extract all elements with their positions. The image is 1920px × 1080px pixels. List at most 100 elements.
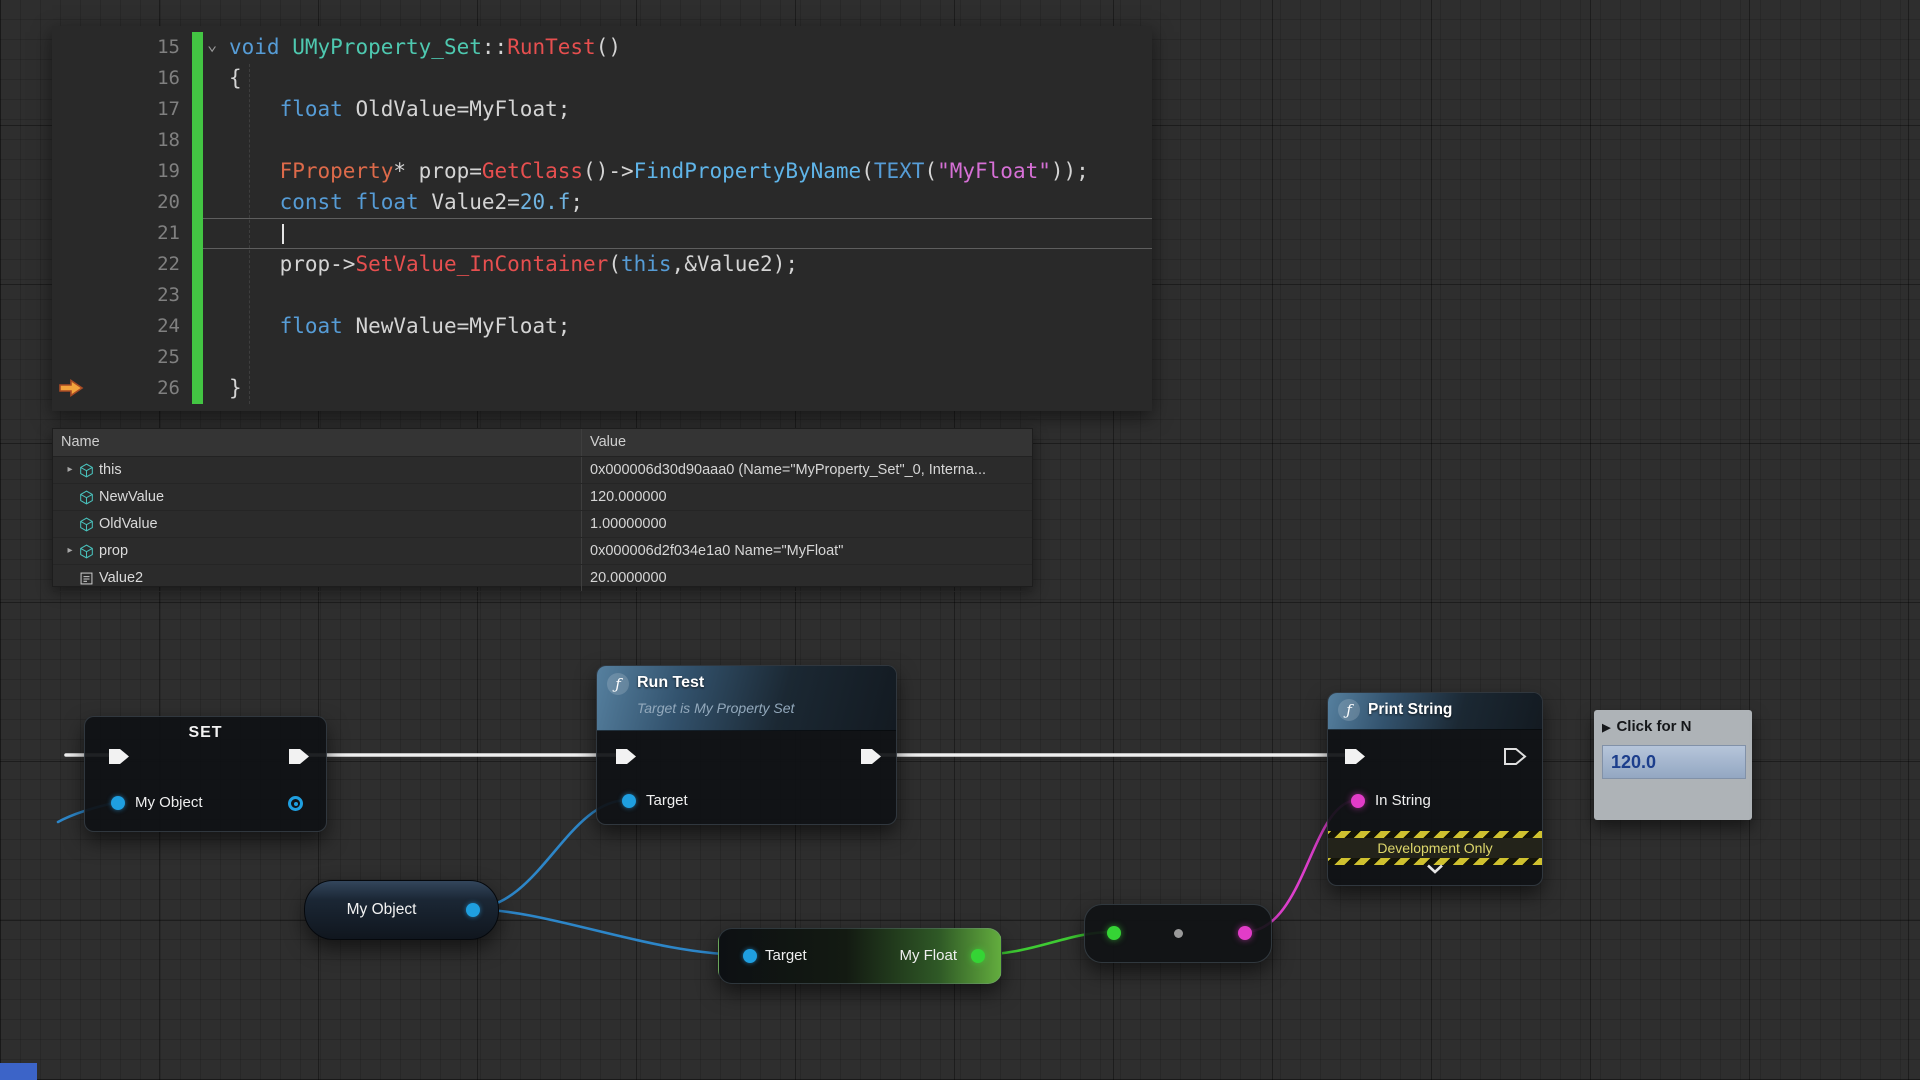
watch-row-OldValue[interactable]: OldValue1.00000000 xyxy=(53,511,1032,538)
target-pin-label: Target xyxy=(765,945,807,967)
code-line-25[interactable]: 25 xyxy=(52,342,1152,373)
exec-output-pin[interactable] xyxy=(1503,747,1527,766)
code-text: } xyxy=(203,373,1152,404)
text-caret xyxy=(282,224,284,244)
change-marker xyxy=(192,156,203,187)
code-text: prop->SetValue_InContainer(this,&Value2)… xyxy=(203,249,1152,280)
line-number: 18 xyxy=(52,125,192,156)
variable-value: 0x000006d30d90aaa0 (Name="MyProperty_Set… xyxy=(582,457,1032,483)
object-icon xyxy=(79,490,99,505)
my-float-getter-node[interactable]: Target My Float xyxy=(718,928,1002,984)
watch-row-Value2[interactable]: Value2 20.0000000 xyxy=(53,565,1032,592)
code-line-23[interactable]: 23 xyxy=(52,280,1152,311)
exec-input-pin[interactable] xyxy=(1343,747,1367,766)
conversion-dot-icon xyxy=(1174,929,1183,938)
column-header-value[interactable]: Value xyxy=(582,429,1032,456)
code-text: float OldValue=MyFloat; xyxy=(203,94,1152,125)
code-line-22[interactable]: 22 prop->SetValue_InContainer(this,&Valu… xyxy=(52,249,1152,280)
set-node[interactable]: SET My Object xyxy=(84,716,327,832)
node-title: Run Test xyxy=(637,674,704,692)
object-output-pin[interactable] xyxy=(288,796,303,811)
object-icon xyxy=(79,517,99,532)
debug-bubble-title[interactable]: ▶ Click for N xyxy=(1602,718,1746,735)
code-text: ⌄void UMyProperty_Set::RunTest() xyxy=(203,32,1152,63)
string-output-pin[interactable] xyxy=(1238,926,1252,940)
code-line-21[interactable]: 21 xyxy=(52,218,1152,249)
development-only-label: Development Only xyxy=(1328,838,1542,858)
variable-name: Value2 xyxy=(99,565,143,591)
development-only-banner: Development Only xyxy=(1328,831,1542,865)
object-icon xyxy=(79,544,99,559)
expand-arrow-icon[interactable]: ▸ xyxy=(61,457,79,483)
exec-output-pin[interactable] xyxy=(287,747,311,766)
print-string-node[interactable]: ƒ Print String In String Development Onl… xyxy=(1327,692,1543,886)
code-line-19[interactable]: 19 FProperty* prop=GetClass()->FindPrope… xyxy=(52,156,1152,187)
float-to-string-conversion-node[interactable] xyxy=(1084,904,1272,963)
code-editor[interactable]: 15⌄void UMyProperty_Set::RunTest()16{17 … xyxy=(52,26,1152,411)
variable-name: this xyxy=(99,457,122,483)
watch-panel[interactable]: Name Value ▸ this 0x000006d30d90aaa0 (Name… xyxy=(52,428,1033,587)
code-line-17[interactable]: 17 float OldValue=MyFloat; xyxy=(52,94,1152,125)
variable-name: NewValue xyxy=(99,484,164,510)
object-wire-to-myfloat-target xyxy=(470,909,749,955)
string-input-pin[interactable] xyxy=(1351,794,1365,808)
watch-rows: ▸ this 0x000006d30d90aaa0 (Name="MyPropert… xyxy=(53,457,1032,592)
variable-value: 20.0000000 xyxy=(582,565,1032,591)
bottom-left-blue-fragment xyxy=(0,1063,37,1080)
set-input-pin-label: My Object xyxy=(135,792,203,814)
code-line-26[interactable]: 26} xyxy=(52,373,1152,404)
float-input-pin[interactable] xyxy=(1107,926,1121,940)
watch-row-NewValue[interactable]: NewValue 120.000000 xyxy=(53,484,1032,511)
code-text: { xyxy=(203,63,1152,94)
code-text xyxy=(203,218,1152,249)
code-line-18[interactable]: 18 xyxy=(52,125,1152,156)
target-input-pin[interactable] xyxy=(622,794,636,808)
variable-value: 120.000000 xyxy=(582,484,1032,510)
line-number: 21 xyxy=(52,218,192,249)
exec-input-pin[interactable] xyxy=(614,747,638,766)
change-marker xyxy=(192,125,203,156)
my-object-variable-node[interactable]: My Object xyxy=(304,880,499,940)
object-output-pin[interactable] xyxy=(466,903,480,917)
change-marker xyxy=(192,218,203,249)
column-header-name[interactable]: Name xyxy=(53,429,582,456)
node-title: Print String xyxy=(1368,701,1452,719)
target-pin-label: Target xyxy=(646,790,688,812)
line-number: 20 xyxy=(52,187,192,218)
code-line-20[interactable]: 20 const float Value2=20.f; xyxy=(52,187,1152,218)
change-marker xyxy=(192,249,203,280)
print-string-node-header[interactable]: ƒ Print String xyxy=(1328,693,1542,730)
object-input-pin[interactable] xyxy=(111,796,125,810)
code-line-24[interactable]: 24 float NewValue=MyFloat; xyxy=(52,311,1152,342)
blueprint-canvas[interactable]: SET My Object My Object ƒ Run Test Targe… xyxy=(0,0,1920,1080)
field-icon xyxy=(79,571,99,586)
variable-name: prop xyxy=(99,538,128,564)
set-node-title: SET xyxy=(85,724,326,742)
variable-value: 0x000006d2f034e1a0 Name="MyFloat" xyxy=(582,538,1032,564)
code-text: float NewValue=MyFloat; xyxy=(203,311,1152,342)
expand-node-chevron-icon[interactable] xyxy=(1425,864,1445,874)
exec-input-pin[interactable] xyxy=(107,747,131,766)
debug-bubble-title-text: Click for N xyxy=(1616,718,1691,735)
code-line-15[interactable]: 15⌄void UMyProperty_Set::RunTest() xyxy=(52,32,1152,63)
target-input-pin[interactable] xyxy=(743,949,757,963)
expand-arrow-icon[interactable]: ▸ xyxy=(61,538,79,564)
run-test-node-header[interactable]: ƒ Run Test Target is My Property Set xyxy=(597,666,896,731)
play-icon: ▶ xyxy=(1602,722,1610,734)
code-text xyxy=(203,280,1152,311)
code-line-16[interactable]: 16{ xyxy=(52,63,1152,94)
float-output-pin[interactable] xyxy=(971,949,985,963)
exec-output-pin[interactable] xyxy=(859,747,883,766)
run-test-node[interactable]: ƒ Run Test Target is My Property Set Tar… xyxy=(596,665,897,825)
line-number: 19 xyxy=(52,156,192,187)
change-marker xyxy=(192,94,203,125)
watch-row-this[interactable]: ▸ this 0x000006d30d90aaa0 (Name="MyPropert… xyxy=(53,457,1032,484)
node-subtitle: Target is My Property Set xyxy=(637,700,794,716)
debug-value-bubble[interactable]: ▶Click for N 120.0 xyxy=(1594,710,1752,820)
code-text: const float Value2=20.f; xyxy=(203,187,1152,218)
change-marker xyxy=(192,342,203,373)
fold-chevron-icon[interactable]: ⌄ xyxy=(207,30,217,61)
watch-row-prop[interactable]: ▸ prop 0x000006d2f034e1a0 Name="MyFloat" xyxy=(53,538,1032,565)
change-marker xyxy=(192,373,203,404)
line-number: 24 xyxy=(52,311,192,342)
